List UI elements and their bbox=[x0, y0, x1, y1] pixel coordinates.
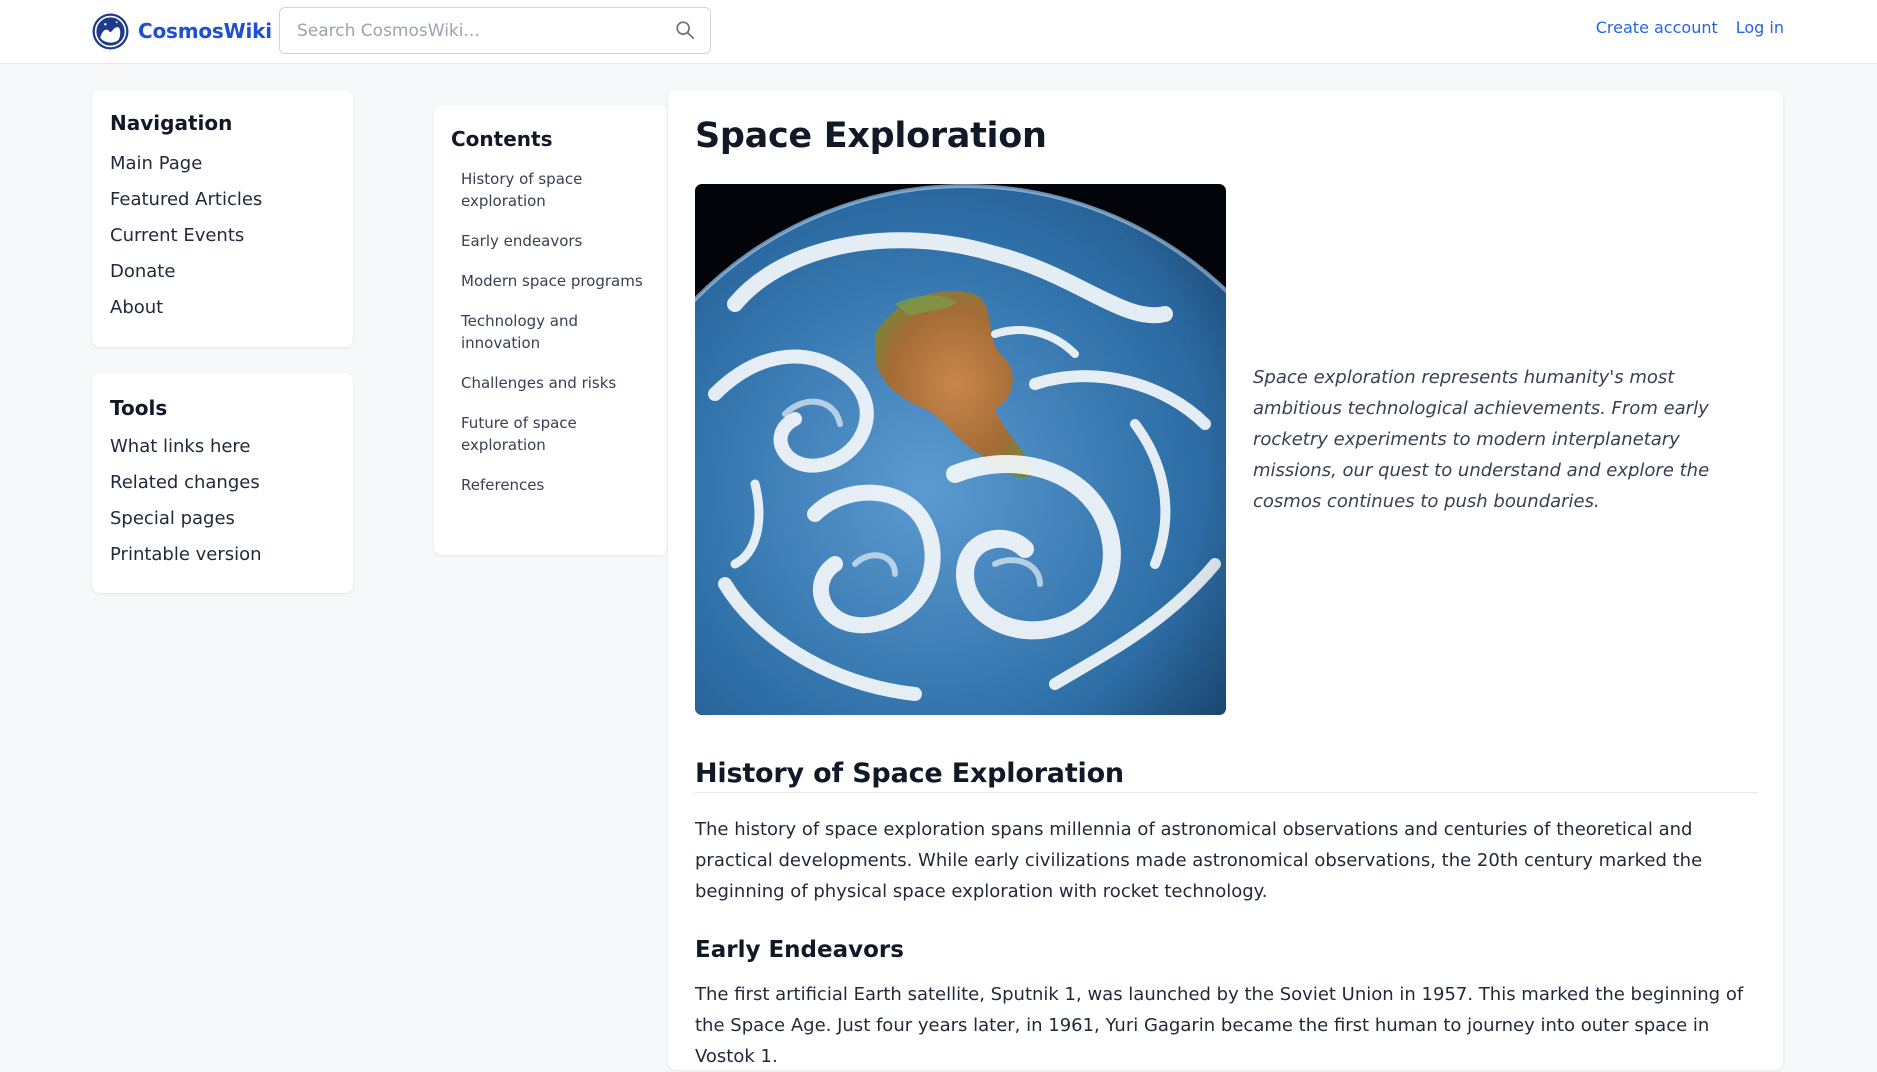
tools-title: Tools bbox=[110, 396, 168, 420]
toc-item-references[interactable]: References bbox=[451, 474, 651, 496]
nav-item-about[interactable]: About bbox=[110, 290, 335, 326]
section-text-history: The history of space exploration spans m… bbox=[695, 819, 1703, 902]
site-logo-link[interactable]: CosmosWiki bbox=[92, 12, 272, 50]
toc-item-challenges[interactable]: Challenges and risks bbox=[451, 372, 651, 394]
account-links: Create account Log in bbox=[1596, 18, 1784, 37]
section-text-early-endeavors: The first artificial Earth satellite, Sp… bbox=[695, 984, 1744, 1067]
nav-item-donate[interactable]: Donate bbox=[110, 254, 335, 290]
site-header: CosmosWiki Create account Log in bbox=[0, 0, 1877, 64]
navigation-title: Navigation bbox=[110, 111, 233, 135]
create-account-link[interactable]: Create account bbox=[1596, 18, 1718, 37]
contents-panel: Contents History of space exploration Ea… bbox=[434, 105, 667, 555]
contents-title: Contents bbox=[451, 127, 553, 151]
toc-item-history[interactable]: History of space exploration bbox=[451, 168, 651, 212]
article-content: Space Exploration Space exploration repr… bbox=[668, 90, 1783, 1070]
tools-list: What links here Related changes Special … bbox=[110, 429, 335, 573]
search-input[interactable] bbox=[280, 8, 710, 53]
planet-logo-icon bbox=[92, 13, 129, 49]
contents-list: History of space exploration Early endea… bbox=[451, 168, 651, 496]
toc-item-technology[interactable]: Technology and innovation bbox=[451, 310, 651, 354]
toc-item-future[interactable]: Future of space exploration bbox=[451, 412, 651, 456]
navigation-list: Main Page Featured Articles Current Even… bbox=[110, 146, 335, 326]
tool-item-printable-version[interactable]: Printable version bbox=[110, 537, 335, 573]
toc-item-early-endeavors[interactable]: Early endeavors bbox=[451, 230, 651, 252]
search-icon[interactable] bbox=[674, 19, 696, 41]
log-in-link[interactable]: Log in bbox=[1736, 18, 1784, 37]
page-title: Space Exploration bbox=[695, 116, 1047, 156]
site-name: CosmosWiki bbox=[138, 19, 272, 43]
nav-item-main-page[interactable]: Main Page bbox=[110, 146, 335, 182]
tool-item-related-changes[interactable]: Related changes bbox=[110, 465, 335, 501]
toc-item-modern-programs[interactable]: Modern space programs bbox=[451, 270, 651, 292]
nav-item-featured-articles[interactable]: Featured Articles bbox=[110, 182, 335, 218]
nav-item-current-events[interactable]: Current Events bbox=[110, 218, 335, 254]
article-intro: Space exploration represents humanity's … bbox=[1253, 367, 1710, 512]
search-box bbox=[279, 7, 711, 54]
section-heading-history: History of Space Exploration bbox=[695, 758, 1758, 793]
section-heading-early-endeavors: Early Endeavors bbox=[695, 937, 904, 963]
tool-item-what-links-here[interactable]: What links here bbox=[110, 429, 335, 465]
earth-image bbox=[695, 184, 1226, 715]
tools-panel: Tools What links here Related changes Sp… bbox=[92, 373, 353, 593]
tool-item-special-pages[interactable]: Special pages bbox=[110, 501, 335, 537]
navigation-panel: Navigation Main Page Featured Articles C… bbox=[92, 90, 353, 347]
